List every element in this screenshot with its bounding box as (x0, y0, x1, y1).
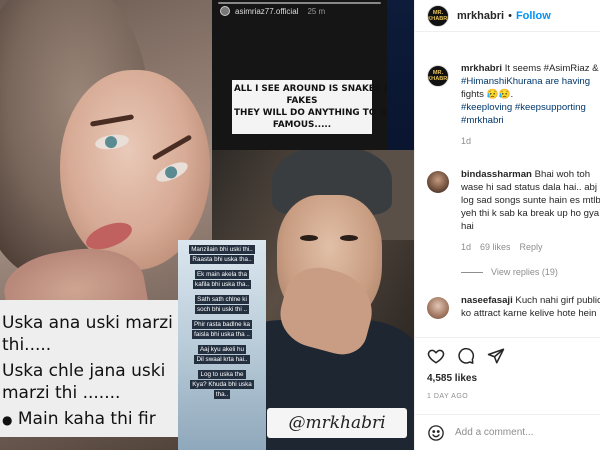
emoji-icon[interactable] (427, 424, 445, 442)
story-username: asimriaz77.official (235, 6, 299, 16)
story-text-box: ALL I SEE AROUND IS SNAKES AND FAKES THE… (232, 80, 406, 134)
story-text-line: ALL I SEE AROUND IS SNAKES AND (234, 84, 406, 94)
girl-caption-text: Main kaha thi fir (17, 409, 156, 429)
quote-line: Ek main akela tha (194, 270, 250, 279)
quote-line: Dil swaal krta hai.. (194, 355, 250, 364)
image-edge-strip (387, 0, 414, 150)
story-progress-bar (218, 2, 381, 4)
caption-meta: 1d (461, 136, 600, 146)
story-text-line: THEY WILL DO ANYTHING TO GET (234, 108, 399, 118)
comment-meta: 1d 69 likes Reply (461, 242, 600, 252)
quote-line: Raasta bhi uska tha.. (190, 255, 254, 264)
comment-line: hai (461, 221, 474, 232)
comment-line: yeh thi k sab ka break up ho gya (461, 208, 600, 219)
comments-section[interactable]: MR. KHABRI mrkhabri It seems #AsimRiaz &… (415, 32, 600, 337)
share-icon[interactable] (487, 347, 505, 375)
story-avatar (220, 6, 230, 16)
quote-line: Kya? Khuda bhi uska (190, 380, 254, 389)
reply-button[interactable]: Reply (520, 242, 543, 252)
comment-line: wase hi sad status dala hai.. abj (461, 182, 597, 193)
boy-eye-left (300, 235, 318, 241)
quote-line: Log to uska the (198, 370, 246, 379)
add-comment-input[interactable] (455, 427, 585, 438)
post-sidebar: MR. KHABRI mrkhabri • Follow MR. KHABRI … (414, 0, 600, 450)
caption-line: It seems #AsimRiaz & (504, 63, 599, 74)
post-caption: MR. KHABRI mrkhabri It seems #AsimRiaz &… (427, 62, 600, 146)
quote-line: Phir rasta badlne ka (191, 320, 252, 329)
caption-line[interactable]: #mrkhabri (461, 114, 600, 127)
profile-avatar[interactable]: MR. KHABRI (427, 4, 449, 27)
caption-username[interactable]: mrkhabri (461, 63, 502, 74)
story-text-line: FAKES (286, 96, 318, 106)
story-screenshot-panel: asimriaz77.official 25 m ALL I SEE AROUN… (212, 0, 406, 150)
separator-dot: • (508, 9, 512, 22)
comment-text: bindassharman Bhai woh toh wase hi sad s… (461, 168, 600, 233)
post-date: 1 DAY AGO (427, 393, 469, 400)
comment-username[interactable]: naseefasaji (461, 295, 513, 306)
avatar-logo: MR. KHABRI (427, 9, 449, 22)
post-image[interactable]: Uska ana uski marzi thi..... Uska chle j… (0, 0, 414, 450)
story-header: asimriaz77.official 25 m (220, 6, 325, 16)
replies-line-icon (461, 271, 483, 273)
story-text-line: FAMOUS..... (272, 120, 332, 130)
header-username[interactable]: mrkhabri (457, 10, 504, 22)
quote-line: Manzilain bhi uski thi.. (189, 245, 255, 254)
heart-icon[interactable] (427, 347, 445, 375)
add-comment-bar (415, 414, 600, 450)
caption-line[interactable]: #keeploving #keepsupporting (461, 101, 600, 114)
quote-panel: Manzilain bhi uski thi.. Raasta bhi uska… (178, 240, 266, 450)
comment-item: bindassharman Bhai woh toh wase hi sad s… (427, 168, 600, 252)
comment-icon[interactable] (457, 347, 475, 375)
follow-button[interactable]: Follow (516, 10, 551, 22)
commenter-avatar[interactable] (427, 297, 449, 319)
quote-line: soch bhi uski thi .. (194, 305, 250, 314)
view-replies-button[interactable]: View replies (19) (461, 267, 600, 277)
comment-likes[interactable]: 69 likes (480, 242, 511, 252)
quote-line: Aaj kyu akeli hu (197, 345, 247, 354)
quote-line: Sath sath chlne ki (195, 295, 249, 304)
comment-time: 1d (461, 242, 472, 252)
watermark-label: @mrkhabri (267, 408, 407, 438)
comment-line: ko attract karne kelive hote hein (461, 308, 597, 319)
comment-item: naseefasaji Kuch nahi girf public ko att… (427, 294, 600, 320)
comment-line: log sad songs sunte hain es mtlb (461, 195, 600, 206)
post-header: MR. KHABRI mrkhabri • Follow (415, 0, 600, 32)
likes-count[interactable]: 4,585 likes (427, 373, 477, 384)
caption-avatar[interactable]: MR. KHABRI (427, 65, 449, 87)
quote-line: kafila bhi uska tha.. (193, 280, 251, 289)
post-actions (415, 337, 600, 375)
comment-line: Kuch nahi girf public (515, 295, 600, 306)
caption-line: fights 😥😥. (461, 89, 514, 100)
view-replies-label: View replies (19) (491, 267, 558, 277)
comment-line: Bhai woh toh (534, 169, 591, 180)
commenter-avatar[interactable] (427, 171, 449, 193)
caption-line[interactable]: #HimanshiKhurana are having (461, 75, 600, 88)
quote-line: tha.. (213, 390, 231, 399)
boy-eye-right (340, 235, 358, 241)
avatar-logo: MR. KHABRI (427, 70, 449, 82)
person-icon: ● (2, 413, 13, 427)
story-time: 25 m (307, 6, 326, 16)
caption-text: mrkhabri It seems #AsimRiaz & #HimanshiK… (461, 62, 600, 127)
comment-text: naseefasaji Kuch nahi girf public ko att… (461, 294, 600, 320)
quote-line: faisla bhi uska tha .. (192, 330, 252, 339)
caption-time: 1d (461, 136, 472, 146)
comment-username[interactable]: bindassharman (461, 169, 532, 180)
